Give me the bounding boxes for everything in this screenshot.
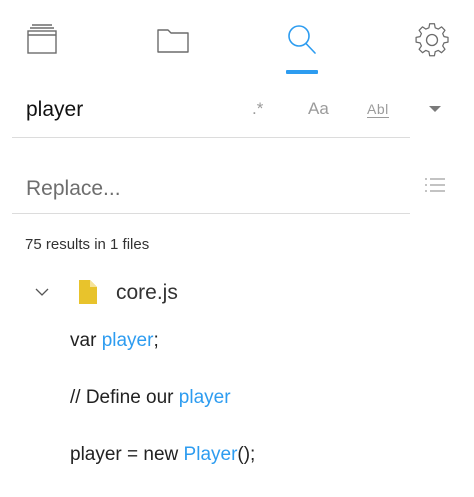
chevron-down-icon[interactable] xyxy=(34,287,50,297)
search-icon xyxy=(288,25,316,54)
search-tab[interactable] xyxy=(284,22,324,62)
list-icon xyxy=(425,178,445,192)
match-prefix: player = new xyxy=(70,444,184,465)
active-tab-indicator xyxy=(286,70,318,74)
file-result-row[interactable]: core.js xyxy=(30,278,450,310)
match-suffix: ; xyxy=(153,330,159,351)
gear-icon xyxy=(415,23,449,57)
match-case-label: Aa xyxy=(308,99,329,118)
replace-input[interactable] xyxy=(26,172,386,206)
search-row: .* Aa Abl xyxy=(0,88,474,138)
caret-down-icon xyxy=(429,106,441,112)
replace-divider xyxy=(12,213,410,214)
match-highlight: player xyxy=(101,330,154,351)
search-options-dropdown[interactable] xyxy=(428,101,442,119)
stacked-windows-icon xyxy=(27,24,57,54)
match-case-toggle[interactable]: Aa xyxy=(308,96,329,122)
match-suffix: (); xyxy=(237,444,256,465)
results-summary: 75 results in 1 files xyxy=(25,236,150,253)
match-prefix: var xyxy=(70,330,102,351)
regex-toggle[interactable]: .* xyxy=(252,96,263,122)
open-editors-tab[interactable] xyxy=(24,22,64,62)
settings-tab[interactable] xyxy=(414,22,454,62)
explorer-tab[interactable] xyxy=(155,22,195,62)
match-line[interactable]: player = new Player(); xyxy=(70,444,255,466)
search-input[interactable] xyxy=(26,92,226,128)
whole-word-toggle[interactable]: Abl xyxy=(367,96,389,122)
search-divider xyxy=(12,137,410,138)
match-prefix: // Define our xyxy=(70,387,179,408)
match-line[interactable]: // Define our player xyxy=(70,387,231,409)
replace-all-button[interactable] xyxy=(424,176,446,199)
file-icon xyxy=(79,280,97,304)
match-highlight: Player xyxy=(183,444,238,465)
whole-word-label: Abl xyxy=(367,101,389,118)
sidebar-toolbar xyxy=(0,0,474,80)
match-highlight: player xyxy=(178,387,231,408)
match-line[interactable]: var player; xyxy=(70,330,159,352)
file-name: core.js xyxy=(116,281,178,304)
folder-icon xyxy=(157,29,189,53)
regex-toggle-label: .* xyxy=(252,99,264,118)
